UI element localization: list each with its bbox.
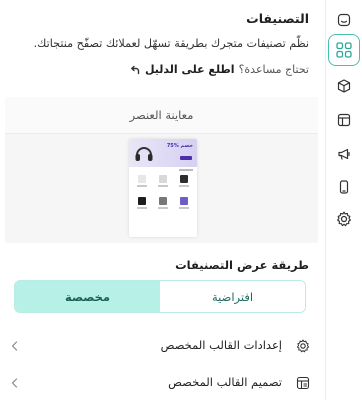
mock-promo-banner: 75% خصم [129, 139, 197, 167]
layout-icon [337, 113, 351, 127]
custom-template-design-row[interactable]: تصميم القالب المخصص [10, 368, 310, 398]
smile-icon [337, 13, 351, 27]
mock-category-item [155, 197, 171, 213]
categories-settings-panel: التصنيفات نظّم تصنيفات متجرك بطريقة تسهّ… [0, 0, 362, 400]
undo-arrow-icon[interactable] [129, 64, 141, 76]
mock-category-item [176, 175, 192, 191]
grid-icon [336, 42, 352, 58]
mock-category-item [134, 197, 150, 213]
mobile-icon [339, 180, 349, 194]
guide-link[interactable]: اطلع على الدليل [145, 63, 235, 76]
display-mode-default-option[interactable]: افتراضية [160, 281, 305, 312]
display-mode-label: طريقة عرض التصنيفات [175, 258, 309, 272]
preview-header: معاينة العنصر [5, 97, 318, 134]
mock-offer-button [180, 156, 192, 160]
page-title: التصنيفات [246, 11, 309, 26]
sidebar-item-smile[interactable] [328, 4, 360, 36]
sidebar-icon-rail [325, 0, 362, 400]
sidebar-item-marketing[interactable] [328, 138, 360, 170]
row-label: إعدادات القالب المخصص [160, 338, 282, 352]
help-line: تحتاج مساعدة؟ اطلع على الدليل [129, 63, 309, 76]
chevron-left-icon [11, 378, 18, 388]
help-question: تحتاج مساعدة؟ [238, 63, 309, 76]
row-label: تصميم القالب المخصص [168, 375, 282, 389]
box-icon [337, 79, 351, 93]
mock-offer-text: 75% خصم [166, 143, 193, 149]
element-preview: معاينة العنصر 75% خصم [5, 97, 318, 243]
sidebar-item-layout[interactable] [328, 104, 360, 136]
mock-category-item [134, 175, 150, 191]
chevron-left-icon [11, 341, 18, 351]
custom-template-settings-row[interactable]: إعدادات القالب المخصص [10, 331, 310, 361]
megaphone-icon [338, 148, 350, 160]
main-panel: التصنيفات نظّم تصنيفات متجرك بطريقة تسهّ… [0, 0, 325, 400]
mock-section-label [179, 169, 193, 171]
headphones-icon [135, 147, 153, 161]
mock-category-item [176, 197, 192, 213]
sidebar-item-products[interactable] [328, 70, 360, 102]
gear-icon [337, 211, 351, 227]
display-mode-custom-option[interactable]: مخصصة [15, 281, 160, 312]
mock-category-item [155, 175, 171, 191]
sidebar-item-categories[interactable] [328, 34, 360, 66]
display-mode-toggle: افتراضية مخصصة [14, 280, 306, 313]
preview-title: معاينة العنصر [129, 108, 194, 122]
page-description: نظّم تصنيفات متجرك بطريقة تسهّل لعملائك … [33, 37, 309, 50]
layout-icon [296, 376, 310, 390]
gear-icon [296, 339, 310, 353]
sidebar-item-mobile[interactable] [328, 171, 360, 203]
store-preview-thumbnail: 75% خصم [129, 139, 197, 237]
sidebar-item-settings[interactable] [328, 203, 360, 235]
mock-category-grid [134, 175, 192, 213]
